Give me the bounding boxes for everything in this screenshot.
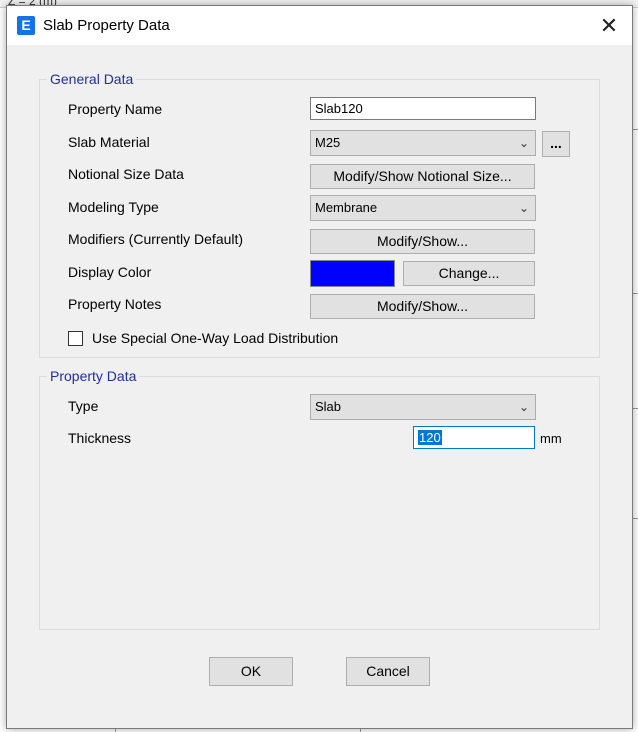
- property-name-field[interactable]: Slab120: [310, 97, 536, 120]
- slab-material-label: Slab Material: [68, 134, 150, 150]
- modeling-type-label: Modeling Type: [68, 199, 159, 215]
- general-data-title: General Data: [47, 71, 137, 87]
- background-grid-line: [633, 408, 638, 409]
- chevron-down-icon: ⌄: [518, 201, 529, 215]
- background-grid-line: [633, 518, 638, 519]
- chevron-down-icon: ⌄: [518, 400, 529, 414]
- display-color-swatch[interactable]: [310, 260, 395, 287]
- modify-modifiers-button[interactable]: Modify/Show...: [310, 229, 535, 254]
- modify-notional-size-button[interactable]: Modify/Show Notional Size...: [310, 164, 535, 189]
- chevron-down-icon: ⌄: [518, 136, 529, 150]
- change-color-button[interactable]: Change...: [403, 261, 535, 286]
- background-grid-line: [633, 129, 638, 130]
- etabs-app-icon: E: [17, 16, 35, 35]
- modeling-type-value: Membrane: [315, 200, 378, 215]
- type-value: Slab: [315, 399, 342, 414]
- property-name-label: Property Name: [68, 101, 163, 117]
- ok-button[interactable]: OK: [209, 657, 293, 686]
- thickness-unit: mm: [540, 431, 562, 446]
- slab-property-dialog: E Slab Property Data ✕ General Data Prop…: [6, 5, 633, 729]
- one-way-load-label: Use Special One-Way Load Distribution: [92, 330, 339, 346]
- slab-material-select[interactable]: M25 ⌄: [310, 130, 536, 156]
- material-browse-button[interactable]: ...: [542, 131, 570, 157]
- type-label: Type: [68, 398, 99, 414]
- type-select[interactable]: Slab ⌄: [310, 394, 536, 420]
- modeling-type-select[interactable]: Membrane ⌄: [310, 195, 536, 221]
- title-bar[interactable]: E Slab Property Data ✕: [7, 6, 632, 45]
- display-color-label: Display Color: [68, 264, 152, 280]
- thickness-value: 120: [418, 430, 442, 445]
- modify-notes-button[interactable]: Modify/Show...: [310, 294, 535, 319]
- property-data-title: Property Data: [47, 368, 140, 384]
- one-way-load-checkbox[interactable]: [68, 331, 83, 346]
- slab-material-value: M25: [315, 135, 341, 150]
- thickness-field[interactable]: 120: [413, 426, 535, 449]
- close-button[interactable]: ✕: [586, 6, 632, 45]
- property-notes-label: Property Notes: [68, 296, 162, 312]
- window-title: Slab Property Data: [43, 17, 170, 34]
- background-grid-line: [633, 293, 638, 294]
- modifiers-label: Modifiers (Currently Default): [68, 231, 244, 247]
- notional-size-label: Notional Size Data: [68, 166, 184, 182]
- thickness-label: Thickness: [68, 430, 132, 446]
- cancel-button[interactable]: Cancel: [346, 657, 430, 686]
